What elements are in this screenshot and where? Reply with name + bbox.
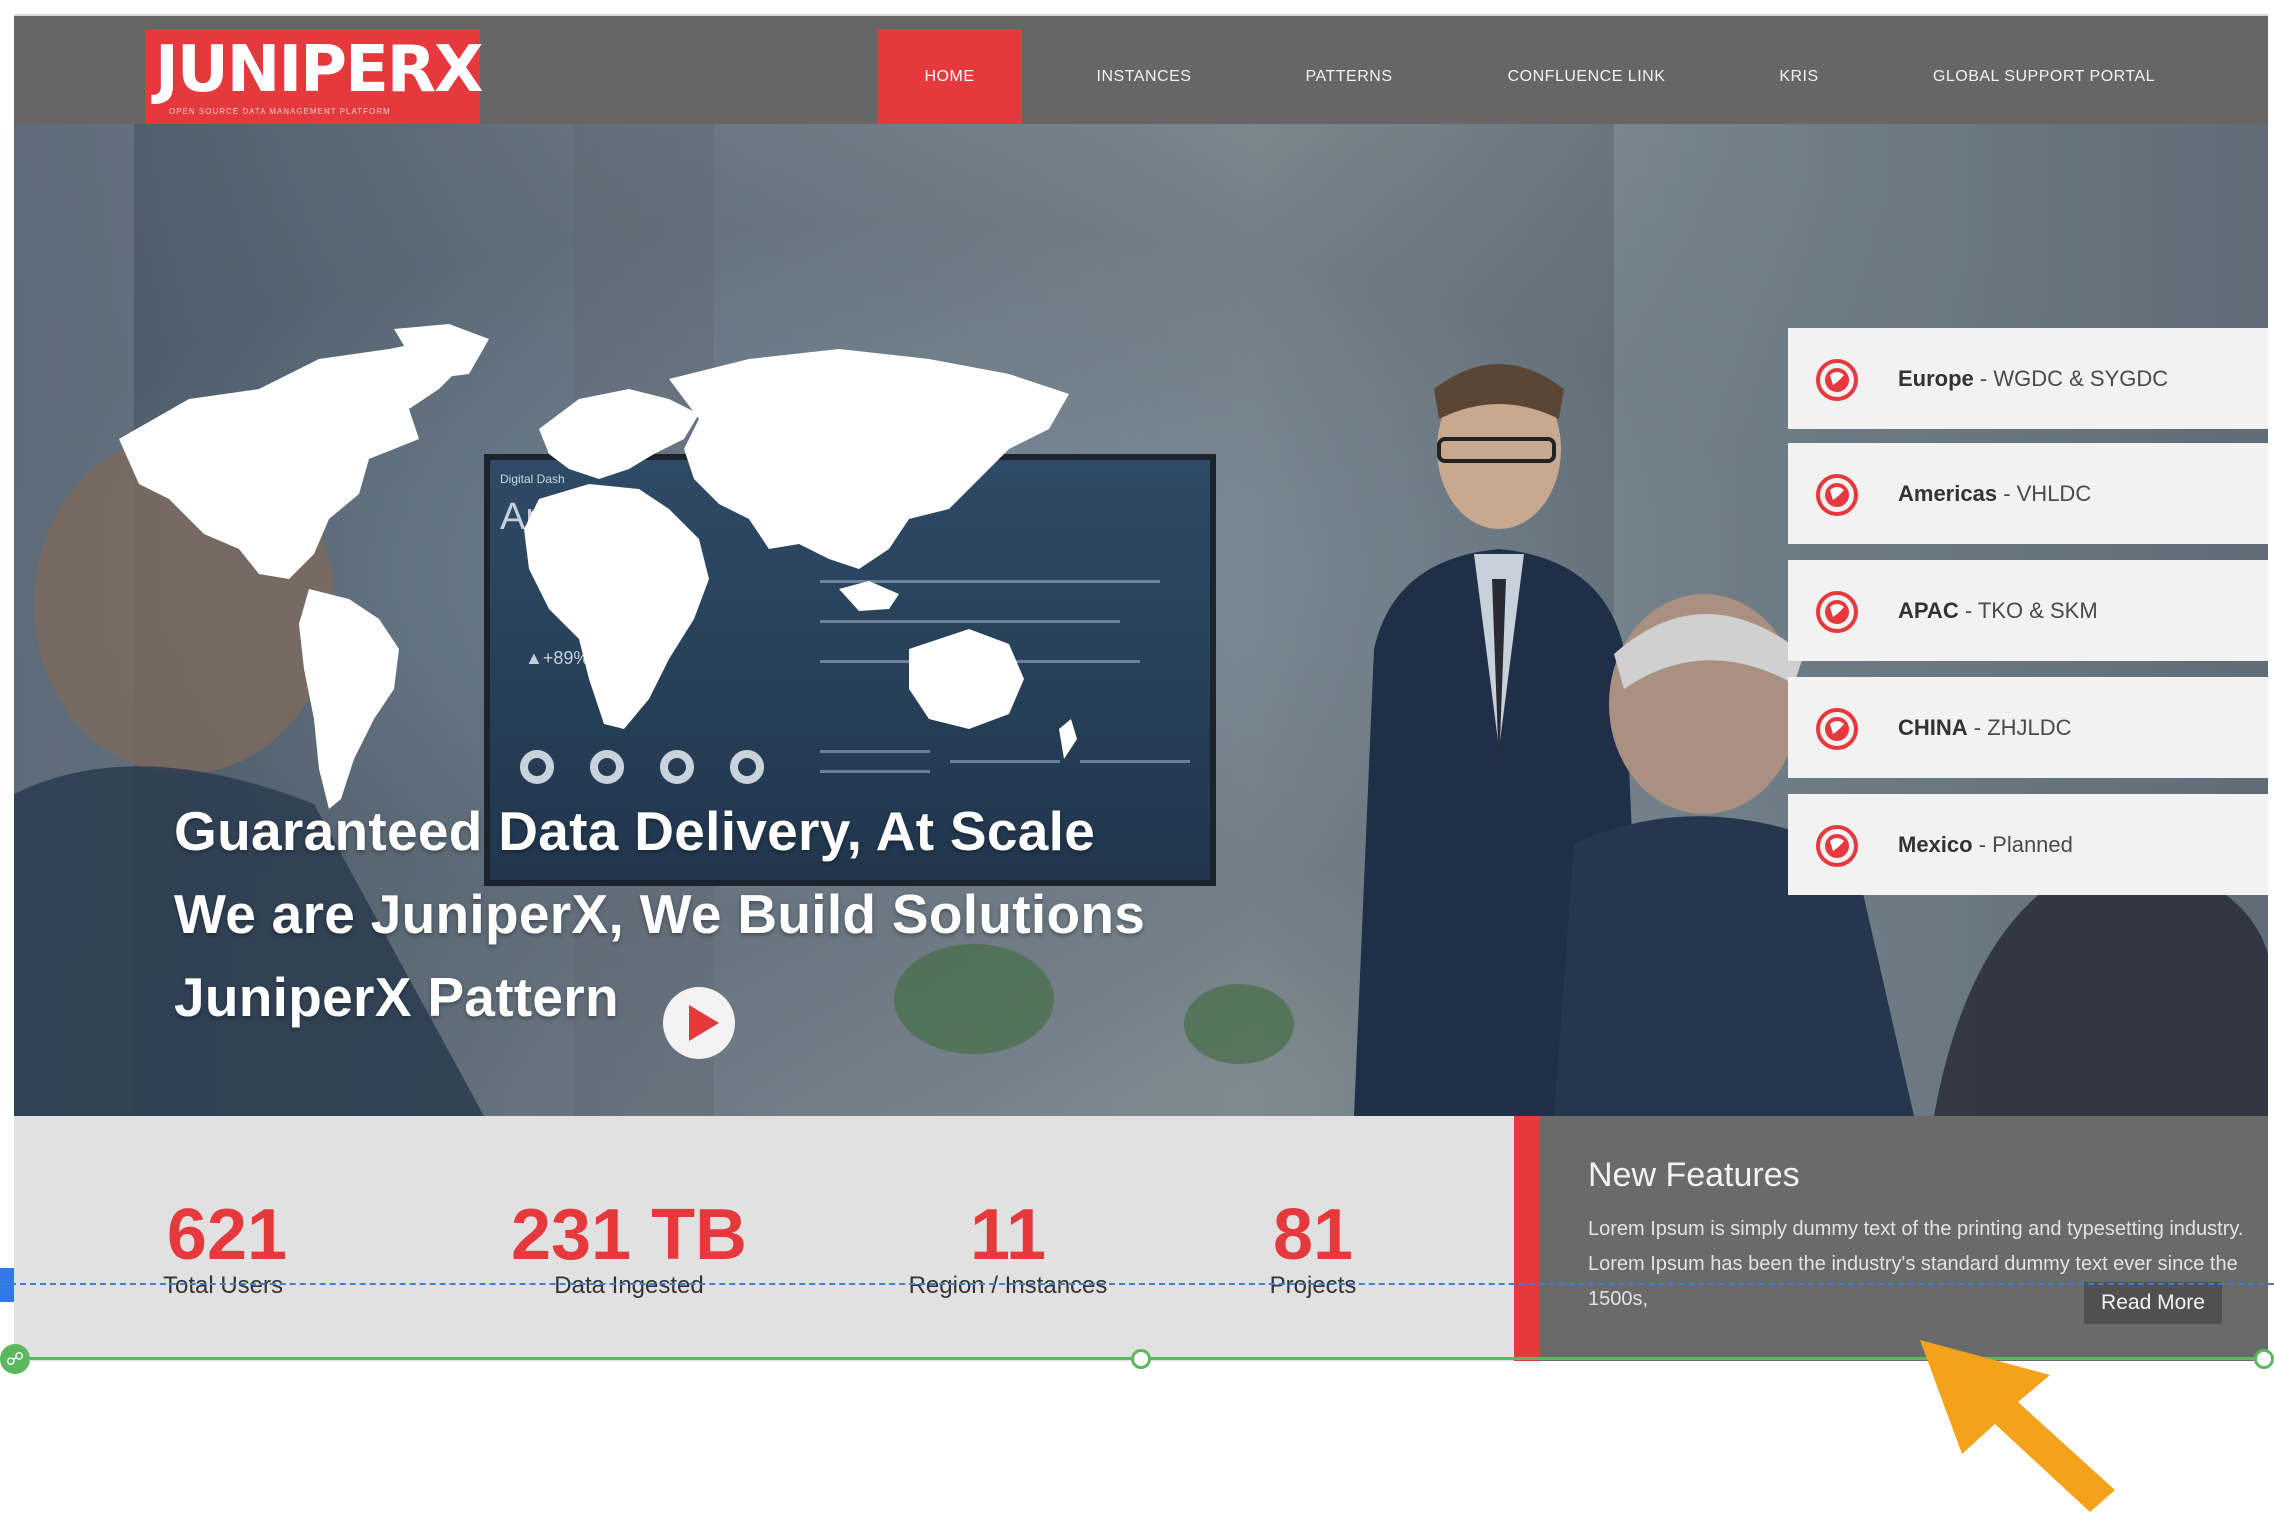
region-name: APAC (1898, 598, 1959, 623)
stats-band: 621 Total Users 231 TB Data Ingested 11 … (14, 1116, 1514, 1361)
region-card-mexico[interactable]: Mexico - Planned (1788, 794, 2268, 895)
main-nav: HOME INSTANCES PATTERNS CONFLUENCE LINK … (14, 29, 2268, 124)
region-detail: - ZHJLDC (1967, 715, 2072, 740)
region-label: Americas - VHLDC (1898, 443, 2091, 544)
indonesia-shape (839, 581, 899, 611)
region-card-americas[interactable]: Americas - VHLDC (1788, 443, 2268, 544)
resize-handle[interactable] (2254, 1349, 2274, 1369)
europe-shape (539, 389, 699, 479)
region-detail: - Planned (1972, 832, 2073, 857)
region-label: Europe - WGDC & SYGDC (1898, 328, 2168, 429)
region-name: CHINA (1898, 715, 1968, 740)
resize-handle[interactable] (1131, 1349, 1151, 1369)
region-label: CHINA - ZHJLDC (1898, 677, 2072, 778)
alignment-guide (0, 1283, 2274, 1285)
stat-total-users-label: Total Users (162, 1272, 284, 1299)
nav-instances[interactable]: INSTANCES (1054, 29, 1234, 124)
australia-shape (909, 629, 1024, 729)
stat-regions-value: 11 (969, 1195, 1047, 1275)
region-card-europe[interactable]: Europe - WGDC & SYGDC (1788, 328, 2268, 429)
hero-headline-3: JuniperX Pattern (174, 966, 619, 1028)
south-america-shape (299, 589, 399, 809)
page-frame: JUNIPERX OPEN SOURCE DATA MANAGEMENT PLA… (14, 14, 2268, 1361)
features-accent-bar (1514, 1116, 1540, 1361)
nav-home[interactable]: HOME (877, 29, 1022, 124)
globe-icon (1816, 591, 1858, 633)
globe-icon (1816, 708, 1858, 750)
nav-patterns[interactable]: PATTERNS (1264, 29, 1434, 124)
region-name: Europe (1898, 366, 1974, 391)
globe-icon (1816, 825, 1858, 867)
features-title: New Features (1588, 1156, 1800, 1194)
stat-regions-label: Region / Instances (908, 1272, 1108, 1299)
globe-icon (1816, 474, 1858, 516)
hero-headline-1: Guaranteed Data Delivery, At Scale (174, 800, 1096, 862)
region-label: Mexico - Planned (1898, 794, 2073, 895)
read-more-button[interactable]: Read More (2084, 1282, 2222, 1324)
play-video-button[interactable] (663, 987, 735, 1059)
region-name: Mexico (1898, 832, 1973, 857)
stat-projects-label: Projects (1269, 1272, 1357, 1299)
guide-marker[interactable] (0, 1268, 14, 1302)
asia-shape (669, 349, 1069, 569)
region-card-china[interactable]: CHINA - ZHJLDC (1788, 677, 2268, 778)
stat-projects-value: 81 (1272, 1195, 1354, 1275)
link-icon[interactable]: ☍ (0, 1344, 30, 1374)
new-zealand-shape (1059, 719, 1077, 759)
stat-total-users-value: 621 (166, 1195, 288, 1275)
region-detail: - TKO & SKM (1958, 598, 2098, 623)
site-header: JUNIPERX OPEN SOURCE DATA MANAGEMENT PLA… (14, 16, 2268, 126)
region-card-apac[interactable]: APAC - TKO & SKM (1788, 560, 2268, 661)
stat-data-ingested-value: 231 TB (510, 1195, 748, 1275)
nav-kris[interactable]: KRIS (1744, 29, 1854, 124)
africa-shape (524, 484, 709, 729)
nav-global-support-portal[interactable]: GLOBAL SUPPORT PORTAL (1894, 29, 2194, 124)
plant-decoration (1184, 984, 1294, 1064)
globe-icon (1816, 359, 1858, 401)
stat-data-ingested-label: Data Ingested (554, 1272, 704, 1299)
plant-decoration (894, 944, 1054, 1054)
callout-arrow-icon (1920, 1340, 2115, 1512)
nav-confluence-link[interactable]: CONFLUENCE LINK (1474, 29, 1699, 124)
region-detail: - VHLDC (1997, 481, 2092, 506)
region-name: Americas (1898, 481, 1998, 506)
hero-headline-2: We are JuniperX, We Build Solutions (174, 883, 1146, 945)
region-detail: - WGDC & SYGDC (1973, 366, 2169, 391)
north-america-shape (119, 339, 469, 579)
region-label: APAC - TKO & SKM (1898, 560, 2098, 661)
